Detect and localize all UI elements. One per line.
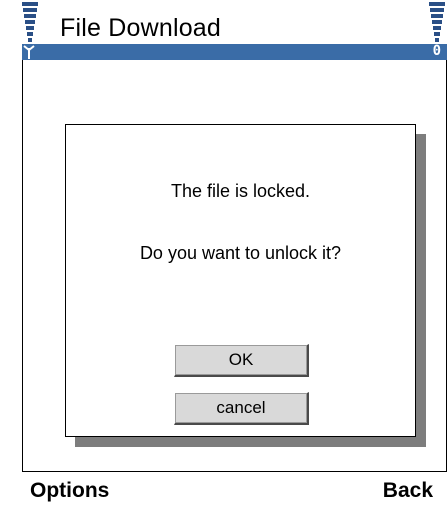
status-bar: [22, 44, 447, 60]
title-bar: File Download 0: [0, 0, 447, 60]
unlock-dialog: The file is locked. Do you want to unloc…: [65, 124, 416, 437]
battery-level-icon: [429, 2, 445, 42]
cancel-button[interactable]: cancel: [174, 392, 309, 425]
page-title: File Download: [60, 14, 222, 42]
antenna-icon: [23, 45, 35, 59]
back-softkey[interactable]: Back: [383, 479, 433, 503]
screen-border-bottom: [22, 471, 447, 472]
battery-digit: 0: [432, 43, 441, 59]
dialog-message-question: Do you want to unlock it?: [139, 243, 342, 263]
signal-strength-icon: [22, 2, 38, 42]
phone-screen: File Download 0 The file is locked. Do y…: [0, 0, 447, 508]
ok-button[interactable]: OK: [174, 344, 309, 377]
options-softkey[interactable]: Options: [30, 479, 109, 503]
screen-border-left: [22, 60, 23, 472]
dialog-message-locked: The file is locked.: [170, 181, 311, 201]
